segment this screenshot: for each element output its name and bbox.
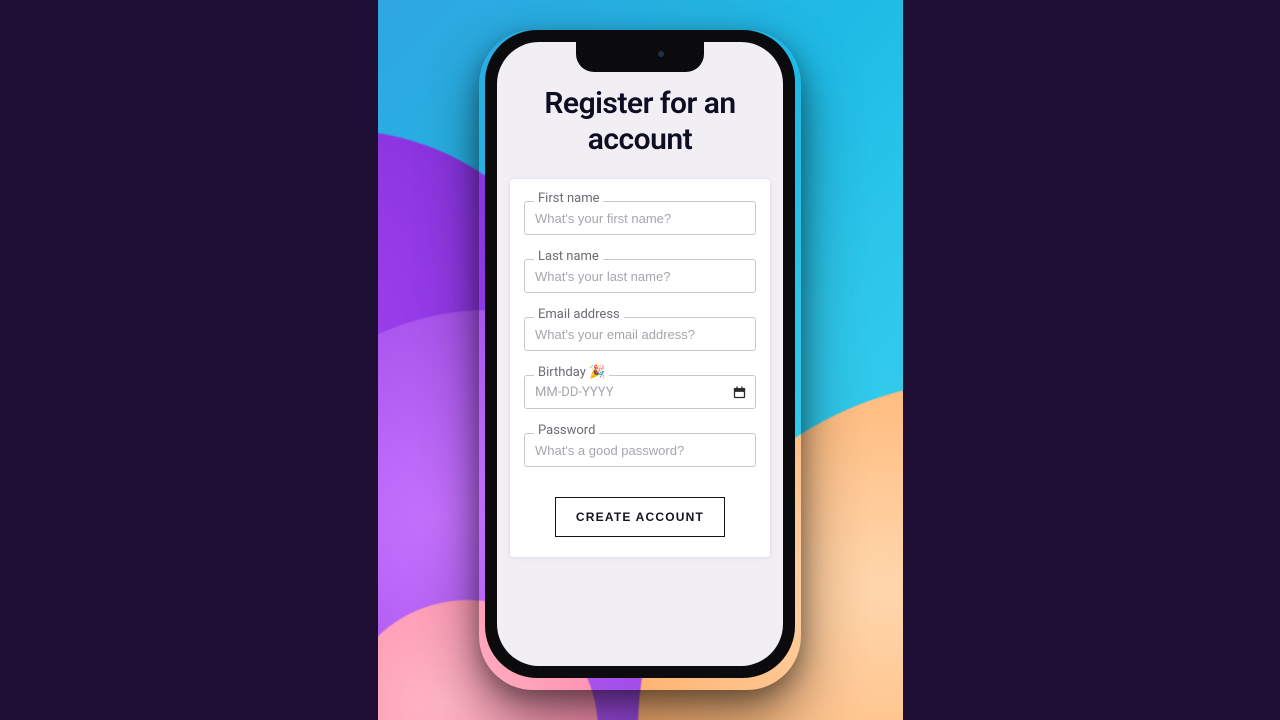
password-label: Password xyxy=(534,423,599,438)
first-name-field-wrap: First name xyxy=(524,201,756,235)
birthday-input[interactable]: MM-DD-YYYY xyxy=(524,375,756,409)
submit-row: CREATE ACCOUNT xyxy=(524,497,756,537)
last-name-field-wrap: Last name xyxy=(524,259,756,293)
last-name-label: Last name xyxy=(534,249,603,264)
birthday-field-wrap: Birthday 🎉 MM-DD-YYYY xyxy=(524,375,756,409)
email-field-wrap: Email address xyxy=(524,317,756,351)
phone-notch xyxy=(576,42,704,72)
password-input[interactable] xyxy=(524,433,756,467)
password-field-wrap: Password xyxy=(524,433,756,467)
screen-content: Register for an account First name Last … xyxy=(497,42,783,666)
email-label: Email address xyxy=(534,307,624,322)
first-name-label: First name xyxy=(534,191,603,206)
first-name-input[interactable] xyxy=(524,201,756,235)
email-input[interactable] xyxy=(524,317,756,351)
phone-screen: Register for an account First name Last … xyxy=(497,42,783,666)
page-title: Register for an account xyxy=(497,86,783,158)
calendar-icon[interactable] xyxy=(732,385,747,400)
wallpaper-stage: Register for an account First name Last … xyxy=(378,0,903,720)
register-form-card: First name Last name Email address Birth… xyxy=(509,178,771,558)
phone-frame: Register for an account First name Last … xyxy=(485,30,795,678)
birthday-label: Birthday 🎉 xyxy=(534,365,609,380)
create-account-button[interactable]: CREATE ACCOUNT xyxy=(555,497,725,537)
birthday-placeholder: MM-DD-YYYY xyxy=(535,385,614,400)
last-name-input[interactable] xyxy=(524,259,756,293)
